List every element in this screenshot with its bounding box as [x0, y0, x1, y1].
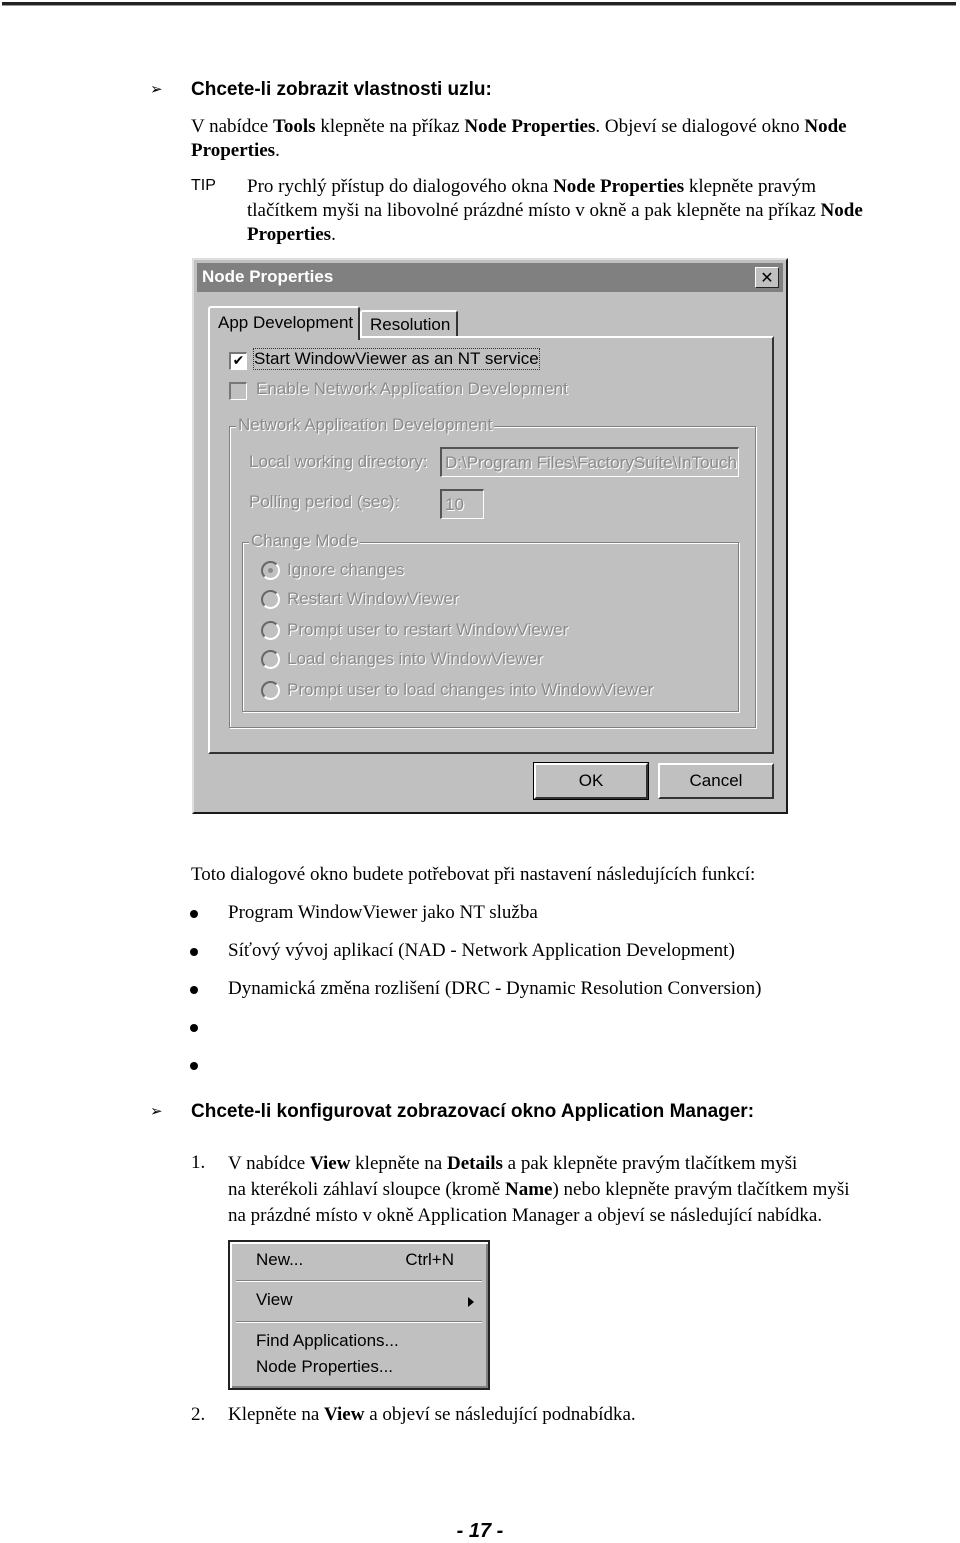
section-heading: Chcete-li zobrazit vlastnosti uzlu:	[191, 79, 492, 100]
bullet-icon	[190, 1024, 198, 1032]
top-rule	[2, 2, 956, 6]
command-name: Node Properties	[464, 116, 596, 137]
step-text: Klepněte na View a objeví se následující…	[228, 1403, 636, 1427]
local-dir-label: Local working directory:	[249, 452, 428, 471]
bullet-icon	[190, 948, 198, 956]
arrow-bullet-icon: ➢	[150, 1102, 163, 1120]
node-properties-dialog: Node Properties ✕ App Development Resolu…	[192, 258, 788, 814]
ok-button[interactable]: OK	[533, 762, 649, 800]
step-number: 2.	[191, 1404, 206, 1425]
text: klepněte na příkaz	[315, 116, 465, 137]
nad-group-legend: Network Application Development	[236, 415, 495, 435]
text: na prázdné místo v okně Application Mana…	[228, 1205, 823, 1226]
polling-period-label: Polling period (sec):	[249, 492, 400, 511]
nad-groupbox: Network Application Development Local wo…	[229, 415, 756, 728]
text: na kterékoli záhlaví sloupce (kromě	[228, 1179, 505, 1200]
list-item: Program WindowViewer jako NT služba	[228, 902, 538, 923]
step-text: V nabídce View klepněte na Details a pak…	[228, 1151, 928, 1229]
radio-restart-windowviewer[interactable]	[261, 590, 280, 609]
radio-label[interactable]: Ignore changes	[287, 560, 404, 580]
dialog-name: Properties	[191, 140, 276, 161]
text: V nabídce	[191, 116, 273, 137]
submenu-arrow-icon	[468, 1297, 474, 1307]
radio-prompt-restart[interactable]	[261, 621, 280, 640]
dialog-titlebar[interactable]: Node Properties ✕	[197, 263, 783, 292]
menu-separator	[236, 1280, 482, 1282]
radio-selected-dot	[268, 568, 273, 573]
command-name: Properties	[247, 224, 332, 245]
radio-label[interactable]: Prompt user to restart WindowViewer	[287, 620, 568, 640]
menu-shortcut: Ctrl+N	[405, 1250, 454, 1269]
text: a pak klepněte pravým tlačítkem myši	[502, 1153, 798, 1174]
radio-label[interactable]: Prompt user to load changes into WindowV…	[287, 680, 653, 700]
text: ) nebo klepněte pravým tlačítkem myši	[552, 1179, 850, 1200]
menu-item-node-properties[interactable]: Node Properties...	[256, 1357, 393, 1377]
close-button[interactable]: ✕	[755, 267, 779, 288]
tip-text: Pro rychlý přístup do dialogového okna N…	[247, 175, 937, 247]
radio-prompt-load-changes[interactable]	[261, 681, 280, 700]
nt-service-label[interactable]: Start WindowViewer as an NT service	[253, 348, 540, 370]
close-icon: ✕	[760, 268, 774, 287]
nt-service-checkbox[interactable]: ✔	[229, 352, 247, 370]
bullet-icon	[190, 1062, 198, 1070]
local-dir-input[interactable]: D:\Program Files\FactorySuite\InTouch	[440, 447, 739, 477]
arrow-bullet-icon: ➢	[150, 80, 163, 98]
radio-label[interactable]: Restart WindowViewer	[287, 589, 459, 609]
checkmark-icon: ✔	[232, 353, 245, 369]
enable-nad-label[interactable]: Enable Network Application Development	[256, 379, 568, 399]
list-item: Síťový vývoj aplikací (NAD - Network App…	[228, 940, 735, 961]
section-heading: Chcete-li konfigurovat zobrazovací okno …	[191, 1101, 755, 1122]
text: klepněte pravým	[684, 176, 817, 197]
menu-item-find-applications[interactable]: Find Applications...	[256, 1331, 399, 1351]
tab-label: App Development	[218, 313, 354, 332]
tab-app-development[interactable]: App Development	[208, 306, 360, 340]
polling-period-input[interactable]: 10	[440, 489, 484, 519]
menu-name: View	[324, 1404, 365, 1425]
text: Pro rychlý přístup do dialogového okna	[247, 176, 554, 197]
text: .	[331, 224, 336, 245]
tip-label: TIP	[191, 177, 216, 194]
radio-ignore-changes[interactable]	[261, 561, 280, 580]
bullet-icon	[190, 986, 198, 994]
text: . Objeví se dialogové okno	[595, 116, 805, 137]
menu-item-view[interactable]: View	[256, 1290, 293, 1310]
menu-name: View	[309, 1153, 351, 1174]
menu-name: Tools	[272, 116, 316, 137]
tab-label: Resolution	[370, 315, 451, 334]
text: .	[275, 140, 280, 161]
text: V nabídce	[228, 1153, 310, 1174]
page-number: - 17 -	[456, 1520, 504, 1542]
uses-intro: Toto dialogové okno budete potřebovat př…	[191, 864, 756, 885]
text: a objeví se následující podnabídka.	[364, 1404, 636, 1425]
step-number: 1.	[191, 1152, 206, 1173]
radio-label[interactable]: Load changes into WindowViewer	[287, 649, 543, 669]
dialog-title: Node Properties	[202, 267, 334, 286]
list-item: Dynamická změna rozlišení (DRC - Dynamic…	[228, 978, 762, 999]
cancel-button[interactable]: Cancel	[658, 763, 774, 799]
column-name: Name	[504, 1179, 553, 1200]
text: tlačítkem myši na libovolné prázdné míst…	[247, 200, 821, 221]
command-name: Node	[820, 200, 863, 221]
enable-nad-checkbox[interactable]	[229, 382, 247, 400]
change-mode-legend: Change Mode	[249, 531, 360, 551]
text: klepněte na	[350, 1153, 447, 1174]
text: Klepněte na	[228, 1404, 325, 1425]
change-mode-groupbox: Change Mode Ignore changes Restart Windo…	[242, 531, 739, 712]
menu-item-new[interactable]: New...	[256, 1250, 303, 1270]
tab-resolution[interactable]: Resolution	[360, 310, 458, 338]
menu-separator	[236, 1321, 482, 1323]
dialog-name: Node Properties	[553, 176, 685, 197]
radio-load-changes[interactable]	[261, 650, 280, 669]
instruction-paragraph: V nabídce Tools klepněte na příkaz Node …	[191, 115, 931, 163]
dialog-name: Node	[804, 116, 847, 137]
command-name: Details	[446, 1153, 503, 1174]
context-menu: New... Ctrl+N View Find Applications... …	[228, 1240, 490, 1390]
bullet-icon	[190, 910, 198, 918]
